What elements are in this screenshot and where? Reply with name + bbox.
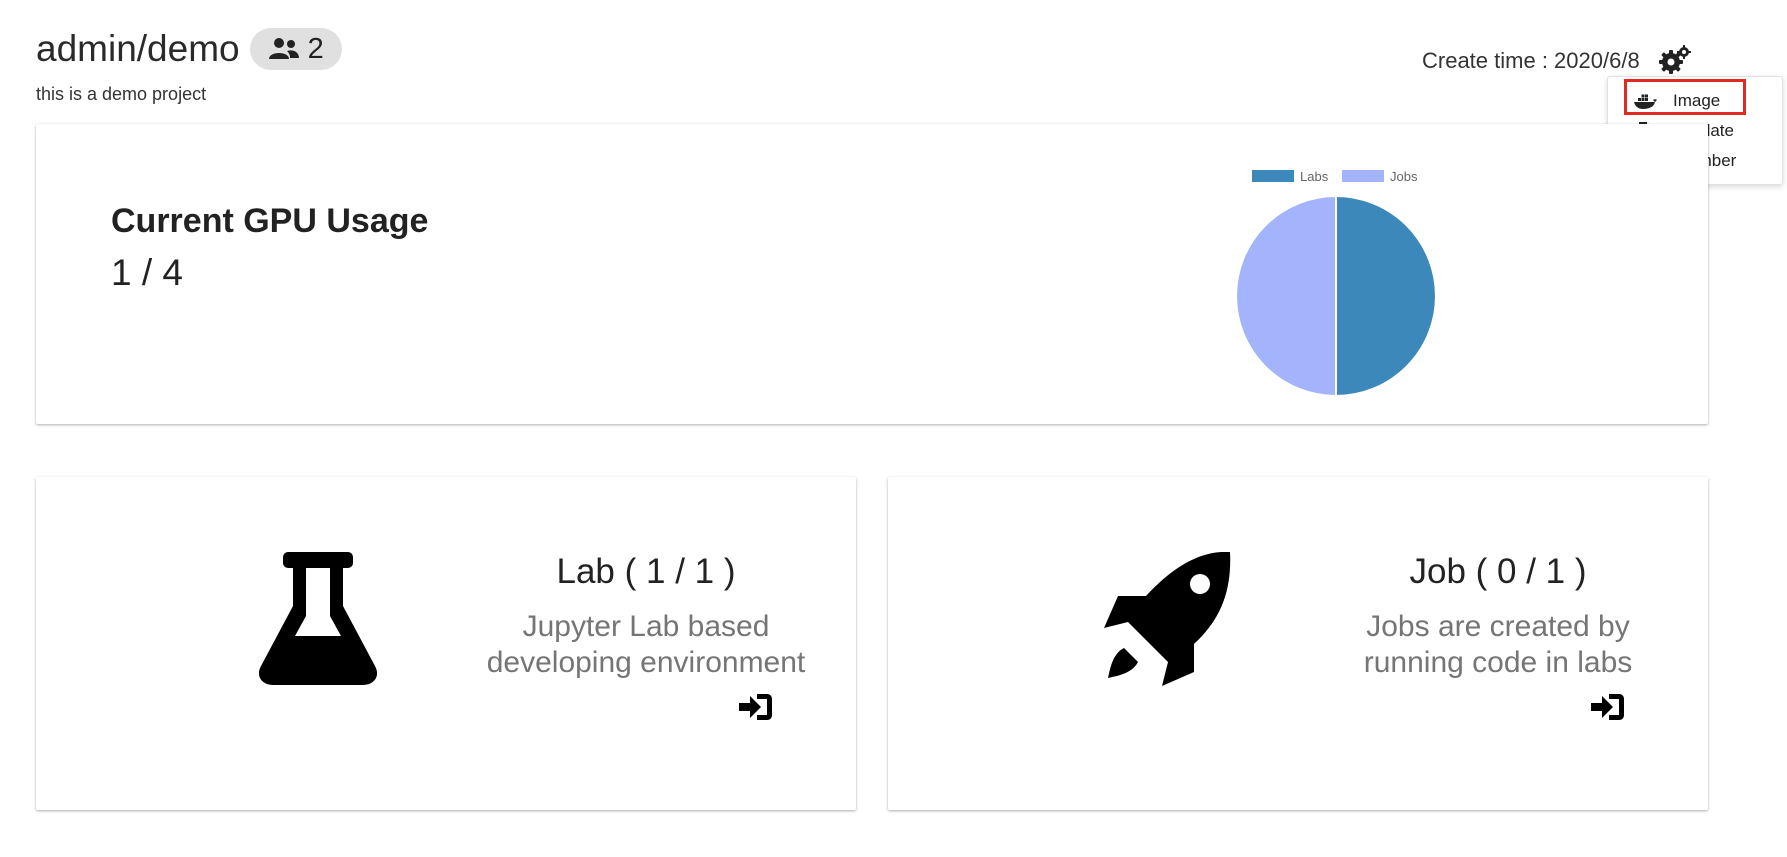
settings-gears-icon[interactable]: [1659, 44, 1691, 74]
menu-item-image[interactable]: Image: [1608, 87, 1782, 115]
member-count-chip[interactable]: 2: [249, 28, 342, 70]
lab-enter-icon[interactable]: [739, 693, 773, 721]
job-card[interactable]: Job ( 0 / 1 ) Jobs are created by runnin…: [888, 477, 1708, 810]
project-header: admin/demo 2: [36, 28, 342, 70]
legend-label-labs: Labs: [1300, 169, 1329, 184]
gpu-usage-card: Current GPU Usage 1 / 4 Labs Jobs: [36, 124, 1708, 424]
lab-description-line2: developing environment: [486, 646, 806, 679]
job-title: Job ( 0 / 1 ): [1409, 552, 1587, 591]
gpu-usage-title: Current GPU Usage: [111, 202, 429, 240]
flask-icon: [258, 552, 378, 685]
lab-card[interactable]: Lab ( 1 / 1 ) Jupyter Lab based developi…: [36, 477, 856, 810]
docker-icon: [1633, 91, 1657, 111]
job-description-line1: Jobs are created by: [1366, 610, 1630, 643]
job-description-line2: running code in labs: [1363, 646, 1633, 679]
menu-item-image-label: Image: [1673, 91, 1721, 110]
member-count: 2: [307, 32, 324, 65]
lab-description-line1: Jupyter Lab based: [522, 610, 770, 643]
project-description: this is a demo project: [36, 84, 207, 104]
rocket-icon: [1102, 551, 1238, 686]
pie-slice-labs[interactable]: [1335, 194, 1437, 396]
legend-label-jobs: Jobs: [1390, 169, 1418, 184]
gpu-pie-chart: Labs Jobs: [1235, 169, 1437, 396]
legend-swatch-jobs[interactable]: [1342, 170, 1384, 182]
gpu-usage-value: 1 / 4: [111, 252, 183, 293]
create-time: Create time : 2020/6/8: [1422, 48, 1640, 73]
project-title: admin/demo: [36, 28, 240, 69]
legend-swatch-labs[interactable]: [1252, 170, 1294, 182]
job-enter-icon[interactable]: [1591, 693, 1625, 721]
pie-slice-jobs[interactable]: [1235, 194, 1337, 396]
users-icon: [268, 38, 299, 59]
lab-title: Lab ( 1 / 1 ): [556, 552, 736, 591]
